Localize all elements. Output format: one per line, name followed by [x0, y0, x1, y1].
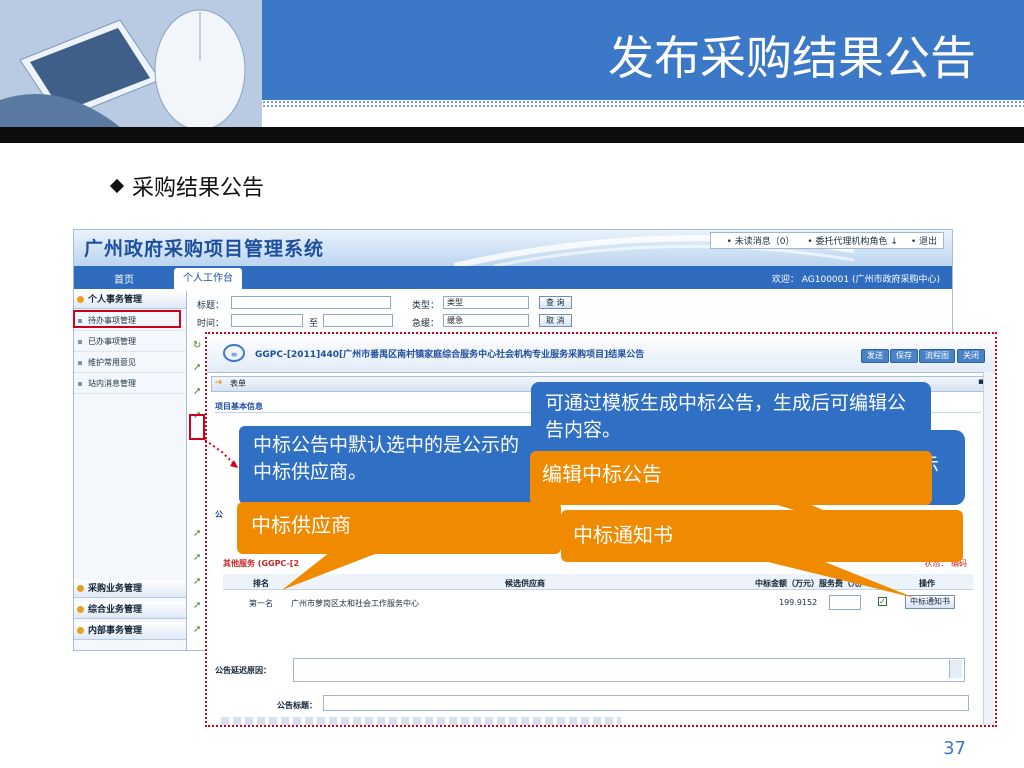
logout-link[interactable]: • 退出	[911, 237, 937, 247]
callout-award-notice: 中标通知书	[561, 510, 963, 562]
delay-reason-input[interactable]	[293, 658, 965, 682]
sidebar-head-general[interactable]: 综合业务管理	[74, 601, 186, 619]
diamond-bullet-icon	[109, 178, 125, 194]
title-input[interactable]	[231, 296, 391, 309]
slide-title: 发布采购结果公告	[608, 31, 976, 85]
col-rank: 排名	[253, 579, 269, 588]
row-icon: ↻	[193, 340, 202, 351]
row-icon: ➚	[193, 528, 202, 539]
announcement-title-label: 公告标题：	[277, 701, 317, 710]
unread-messages-link[interactable]: • 未读消息（0）	[727, 237, 795, 247]
announcement-title-input[interactable]	[323, 695, 969, 711]
top-links: • 未读消息（0） • 委托代理机构角色 ↓ • 退出	[709, 232, 944, 249]
sidebar-head-internal[interactable]: 内部事务管理	[74, 622, 186, 640]
row-icon: ➚	[193, 624, 202, 635]
callout-default-supplier: 中标公告中默认选中的是公示的中标供应商。	[239, 426, 539, 504]
supplier-checkbox[interactable]: ✓	[878, 597, 887, 606]
service-fee-input[interactable]	[829, 595, 861, 610]
query-button[interactable]: 查 询	[539, 296, 572, 309]
title-label: 标题：	[197, 301, 225, 311]
nav-bar: 首页 个人工作台 欢迎： AG100001 (广州市政府采购中心)	[74, 266, 952, 289]
bullet-text: 采购结果公告	[132, 176, 265, 201]
callout-winning-supplier: 中标供应商	[237, 502, 561, 554]
header-black-bar	[0, 127, 1024, 143]
cancel-button[interactable]: 取 消	[539, 314, 572, 327]
award-notice-button[interactable]: 中标通知书	[905, 595, 955, 609]
start-date-input[interactable]	[231, 314, 303, 327]
sidebar-head-procurement[interactable]: 采购业务管理	[74, 580, 186, 598]
sidebar-item-opinions[interactable]: 维护常用意见	[74, 353, 186, 373]
computer-mouse-illustration	[0, 0, 262, 127]
system-banner: 广州政府采购项目管理系统 • 未读消息（0） • 委托代理机构角色 ↓ • 退出	[74, 230, 952, 266]
form-bar-icon: ➜	[215, 378, 223, 388]
to-label: 至	[309, 319, 319, 329]
delay-reason-label: 公告延迟原因：	[215, 666, 271, 675]
type-label: 类型：	[412, 301, 440, 311]
row-icon: ➚	[193, 576, 202, 587]
sidebar-item-done[interactable]: 已办事项管理	[74, 332, 186, 352]
dialog-scrollbar[interactable]	[983, 372, 994, 725]
type-select[interactable]: 类型	[443, 296, 529, 309]
form-icon: ≡	[223, 344, 245, 362]
callout-template: 可通过模板生成中标公告，生成后可编辑公告内容。	[531, 382, 931, 452]
sidebar-head-personal[interactable]: 个人事务管理	[74, 291, 186, 309]
send-button[interactable]: 发送	[861, 349, 889, 363]
end-date-input[interactable]	[323, 314, 393, 327]
bullet-item: 采购结果公告	[109, 170, 265, 202]
col-amount: 中标金额（万元）	[755, 579, 819, 588]
form-bar-label: 表单	[230, 379, 246, 388]
amount-cell: 199.9152	[779, 598, 818, 607]
callout-edit-announcement: 编辑中标公告	[530, 451, 932, 505]
time-label: 时间：	[197, 319, 225, 329]
urgency-label: 急缓：	[412, 319, 440, 329]
sidebar-item-messages[interactable]: 站内消息管理	[74, 374, 186, 394]
row-icon: ➚	[193, 386, 202, 397]
page-number: 37	[943, 738, 966, 759]
other-services-header: 其他服务 (GGPC-[2	[223, 559, 300, 568]
header-dots	[262, 100, 1024, 108]
header-photo	[0, 0, 262, 127]
save-button[interactable]: 保存	[890, 349, 918, 363]
urgency-select[interactable]: 缓急	[443, 314, 529, 327]
row-highlight-box	[189, 414, 205, 440]
dialog-title: GGPC-[2011]440[广州市番禺区南村镇家庭综合服务中心社会机构专业服务…	[255, 350, 645, 360]
flowchart-button[interactable]: 流程图	[919, 349, 955, 363]
nav-home[interactable]: 首页	[114, 271, 134, 286]
role-select-link[interactable]: • 委托代理机构角色 ↓	[807, 237, 898, 247]
section-basic-label: 项目基本信息	[215, 402, 263, 411]
editor-toolbar[interactable]	[221, 717, 621, 725]
sidebar: 个人事务管理 待办事项管理 已办事项管理 维护常用意见 站内消息管理 采购业务管…	[74, 291, 187, 650]
dialog-header: ≡ GGPC-[2011]440[广州市番禺区南村镇家庭综合服务中心社会机构专业…	[207, 334, 995, 373]
col-supplier: 候选供应商	[505, 579, 545, 588]
row-icon: ➚	[193, 600, 202, 611]
tab-personal-workbench[interactable]: 个人工作台	[174, 268, 242, 289]
col-fee: 服务费（元）	[819, 579, 867, 588]
welcome-text: 欢迎： AG100001 (广州市政府采购中心)	[771, 275, 940, 285]
delay-scrollbar[interactable]	[949, 660, 962, 678]
rank-cell: 第一名	[249, 599, 273, 608]
row-icon: ➚	[193, 552, 202, 563]
row-icon: ➚	[193, 362, 202, 373]
sidebar-highlight-box	[73, 310, 181, 328]
close-button[interactable]: 关闭	[957, 349, 985, 363]
system-title: 广州政府采购项目管理系统	[84, 238, 325, 260]
col-action: 操作	[919, 579, 935, 588]
supplier-cell: 广州市萝岗区太和社会工作服务中心	[291, 599, 419, 608]
